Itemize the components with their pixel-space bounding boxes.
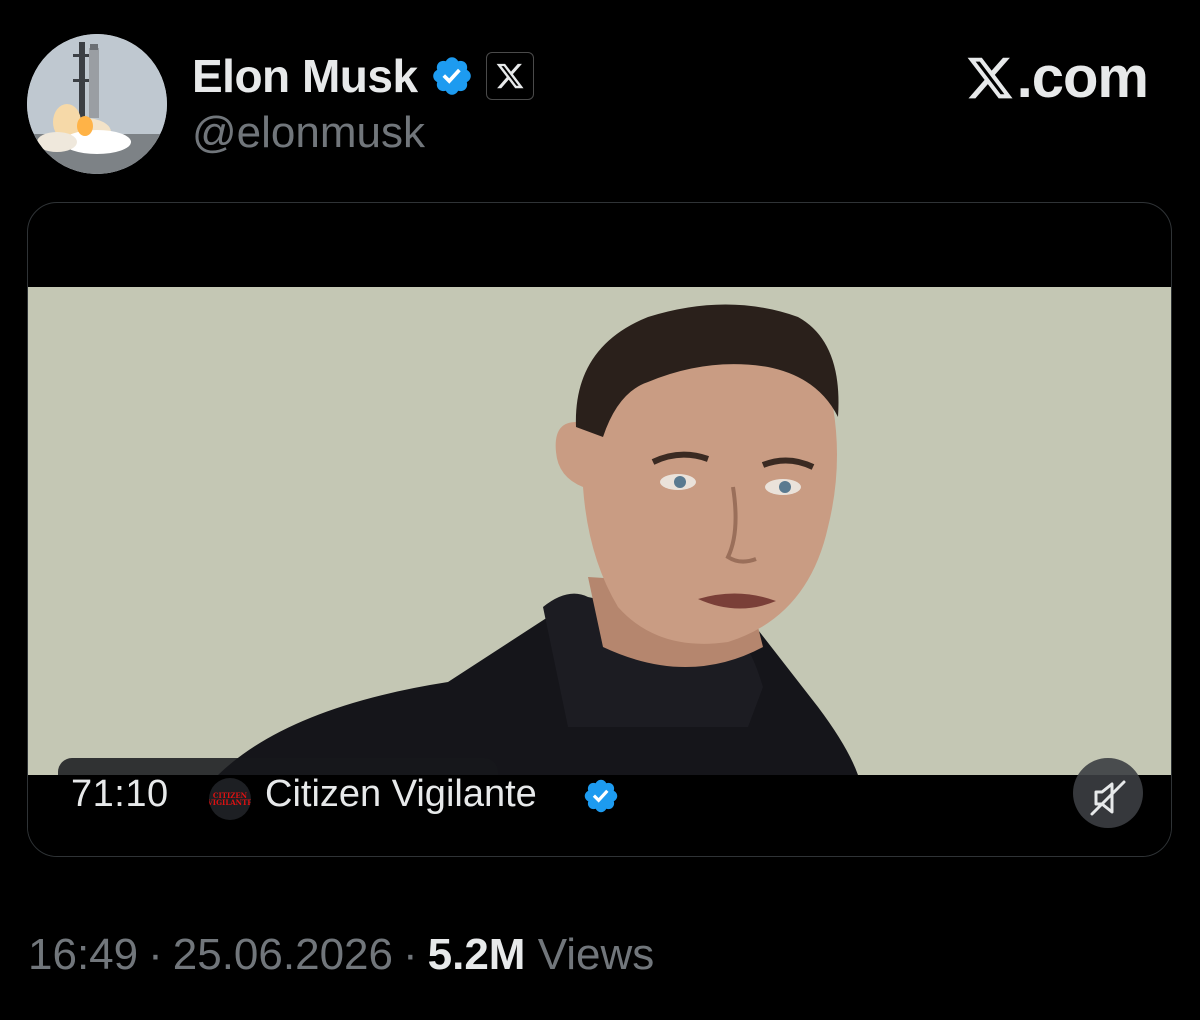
meta-separator: ·	[148, 930, 163, 979]
channel-logo-text: CITIZEN VIGILANTE	[209, 791, 251, 807]
brand-domain-text: .com	[1016, 45, 1149, 110]
video-frame[interactable]	[28, 287, 1171, 775]
affiliation-badge[interactable]	[485, 52, 534, 100]
video-still	[28, 287, 1171, 775]
channel-name[interactable]: Citizen Vigilante	[265, 773, 537, 816]
x-logo-icon	[496, 63, 524, 89]
post-meta: 16:49 · 25.06.2026 · 5.2M Views	[28, 930, 654, 980]
post-date[interactable]: 25.06.2026	[173, 930, 393, 979]
views-label: Views	[537, 930, 655, 979]
verified-badge-icon	[432, 57, 471, 95]
post-time[interactable]: 16:49	[28, 930, 138, 979]
meta-separator: ·	[402, 930, 418, 979]
author-display-name[interactable]: Elon Musk	[192, 49, 418, 103]
starship-launch-avatar	[27, 34, 167, 174]
verified-badge-icon	[584, 779, 618, 813]
muted-speaker-icon[interactable]	[1086, 778, 1130, 818]
video-duration: 71:10	[71, 773, 169, 815]
author-handle[interactable]: @elonmusk	[192, 108, 425, 158]
brand-watermark: .com	[965, 44, 1149, 111]
avatar[interactable]	[27, 34, 167, 174]
channel-logo[interactable]: CITIZEN VIGILANTE	[209, 778, 251, 820]
author-name-row: Elon Musk	[192, 48, 534, 104]
views-count[interactable]: 5.2M	[428, 930, 526, 979]
x-logo-icon	[967, 57, 1013, 98]
video-player[interactable]: 71:10 CITIZEN VIGILANTE Citizen Vigilant…	[27, 202, 1172, 857]
